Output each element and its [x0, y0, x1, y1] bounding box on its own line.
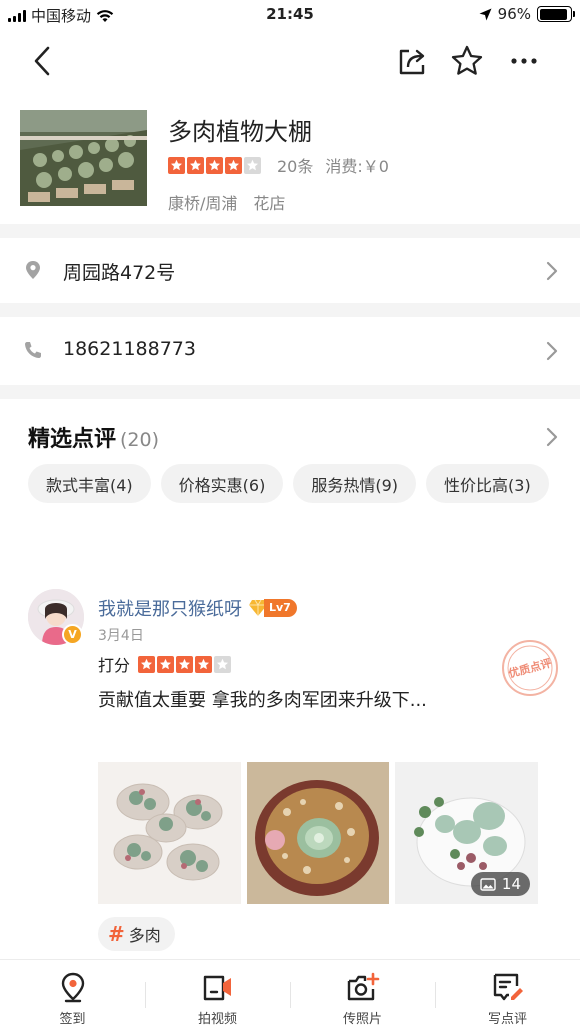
review-rating-stars	[138, 655, 232, 673]
reviews-header[interactable]: 精选点评 (20)	[28, 421, 159, 453]
shop-consumption: 消费:￥0	[325, 157, 389, 176]
quality-review-stamp: 优质点评	[500, 638, 560, 698]
tab-label: 写点评	[487, 1012, 527, 1027]
shop-photo-graphic	[20, 110, 147, 206]
tab-label: 传照片	[342, 1012, 382, 1027]
level-badge: Lv7	[248, 598, 297, 618]
record-video-button[interactable]: 拍视频	[145, 960, 290, 1031]
back-button[interactable]	[22, 41, 62, 81]
star-icon	[176, 655, 194, 673]
star-icon	[214, 655, 232, 673]
hashtag-icon: #	[108, 922, 125, 946]
shop-meta: 康桥/周浦 花店	[168, 190, 285, 214]
shop-review-count: 20条	[277, 157, 314, 176]
address-row[interactable]: 周园路472号	[0, 239, 580, 303]
address-text: 周园路472号	[63, 262, 176, 284]
image-icon	[480, 877, 496, 891]
shop-header: 多肉植物大棚 20条 消费:￥0 康桥/周浦 花店	[0, 108, 580, 224]
tab-label: 签到	[59, 1012, 86, 1027]
review-tag[interactable]: 款式丰富(4)	[28, 464, 151, 503]
location-pin-icon	[26, 261, 40, 279]
review-tags: 款式丰富(4) 价格实惠(6) 服务热情(9) 性价比高(3)	[28, 464, 558, 503]
photo-graphic	[98, 762, 241, 904]
write-review-button[interactable]: 写点评	[435, 960, 580, 1031]
nav-bar	[0, 36, 580, 86]
reviewer-name[interactable]: 我就是那只猴纸呀	[98, 595, 242, 621]
review-photos: 14	[98, 762, 539, 904]
battery-percent: 96%	[497, 5, 531, 23]
star-icon	[157, 655, 175, 673]
reviewer-row: 我就是那只猴纸呀 Lv7	[98, 595, 297, 621]
star-outline-icon	[451, 45, 483, 75]
shop-name: 多肉植物大棚	[168, 118, 312, 146]
reviews-title: 精选点评	[28, 427, 117, 452]
section-divider	[0, 303, 580, 317]
star-icon	[168, 156, 185, 174]
score-row: 打分	[98, 652, 232, 676]
chevron-right-icon	[546, 261, 558, 281]
review-text[interactable]: 贡献值太重要 拿我的多肉军团来升级下...	[98, 686, 427, 712]
hashtag-chip[interactable]: # 多肉	[98, 917, 175, 951]
review-tag[interactable]: 服务热情(9)	[293, 464, 417, 503]
shop-rating-stars	[168, 156, 261, 174]
bottom-action-bar: 签到 拍视频 传照片 写点评	[0, 959, 580, 1031]
shop-category: 花店	[253, 194, 286, 213]
video-icon	[201, 970, 235, 1004]
status-bar: 中国移动 21:45 96%	[0, 0, 580, 30]
review-tag[interactable]: 性价比高(3)	[426, 464, 549, 503]
star-icon	[138, 655, 156, 673]
camera-add-icon	[346, 970, 380, 1004]
star-icon	[225, 156, 242, 174]
phone-icon	[25, 342, 41, 358]
chevron-right-icon	[546, 341, 558, 361]
review-date: 3月4日	[98, 628, 144, 644]
review-photo[interactable]: 14	[395, 762, 539, 904]
write-review-icon	[491, 970, 525, 1004]
chevron-left-icon	[34, 46, 50, 76]
location-checkin-icon	[56, 970, 90, 1004]
checkin-button[interactable]: 签到	[0, 960, 145, 1031]
score-label: 打分	[98, 656, 131, 675]
tab-label: 拍视频	[197, 1012, 237, 1027]
upload-photo-button[interactable]: 传照片	[290, 960, 435, 1031]
section-divider	[0, 385, 580, 399]
battery-icon	[537, 6, 575, 22]
reviews-count: (20)	[120, 429, 160, 451]
status-right: 96%	[479, 5, 575, 23]
shop-photo[interactable]	[20, 110, 147, 206]
review-photo[interactable]	[246, 762, 390, 904]
verified-badge: V	[62, 624, 83, 645]
share-button[interactable]	[392, 41, 432, 81]
photo-count: 14	[501, 875, 522, 893]
section-divider	[0, 224, 580, 238]
share-icon	[399, 49, 425, 75]
shop-rating-row: 20条 消费:￥0	[168, 153, 389, 177]
star-icon	[195, 655, 213, 673]
star-icon	[206, 156, 223, 174]
location-arrow-icon	[479, 8, 492, 20]
phone-row[interactable]: 18621188773	[0, 319, 580, 383]
level-label: Lv7	[264, 599, 297, 617]
favorite-button[interactable]	[447, 41, 487, 81]
photo-graphic	[246, 762, 390, 904]
chevron-right-icon[interactable]	[546, 427, 558, 447]
review-tag[interactable]: 价格实惠(6)	[160, 464, 284, 503]
more-button[interactable]	[504, 41, 544, 81]
photo-count-badge[interactable]: 14	[470, 872, 531, 896]
review-photo[interactable]	[98, 762, 241, 904]
hashtag-label: 多肉	[128, 926, 161, 945]
ellipsis-icon	[511, 58, 537, 64]
star-icon	[244, 156, 261, 174]
shop-area: 康桥/周浦	[168, 194, 238, 213]
star-icon	[187, 156, 204, 174]
phone-number: 18621188773	[63, 338, 196, 360]
